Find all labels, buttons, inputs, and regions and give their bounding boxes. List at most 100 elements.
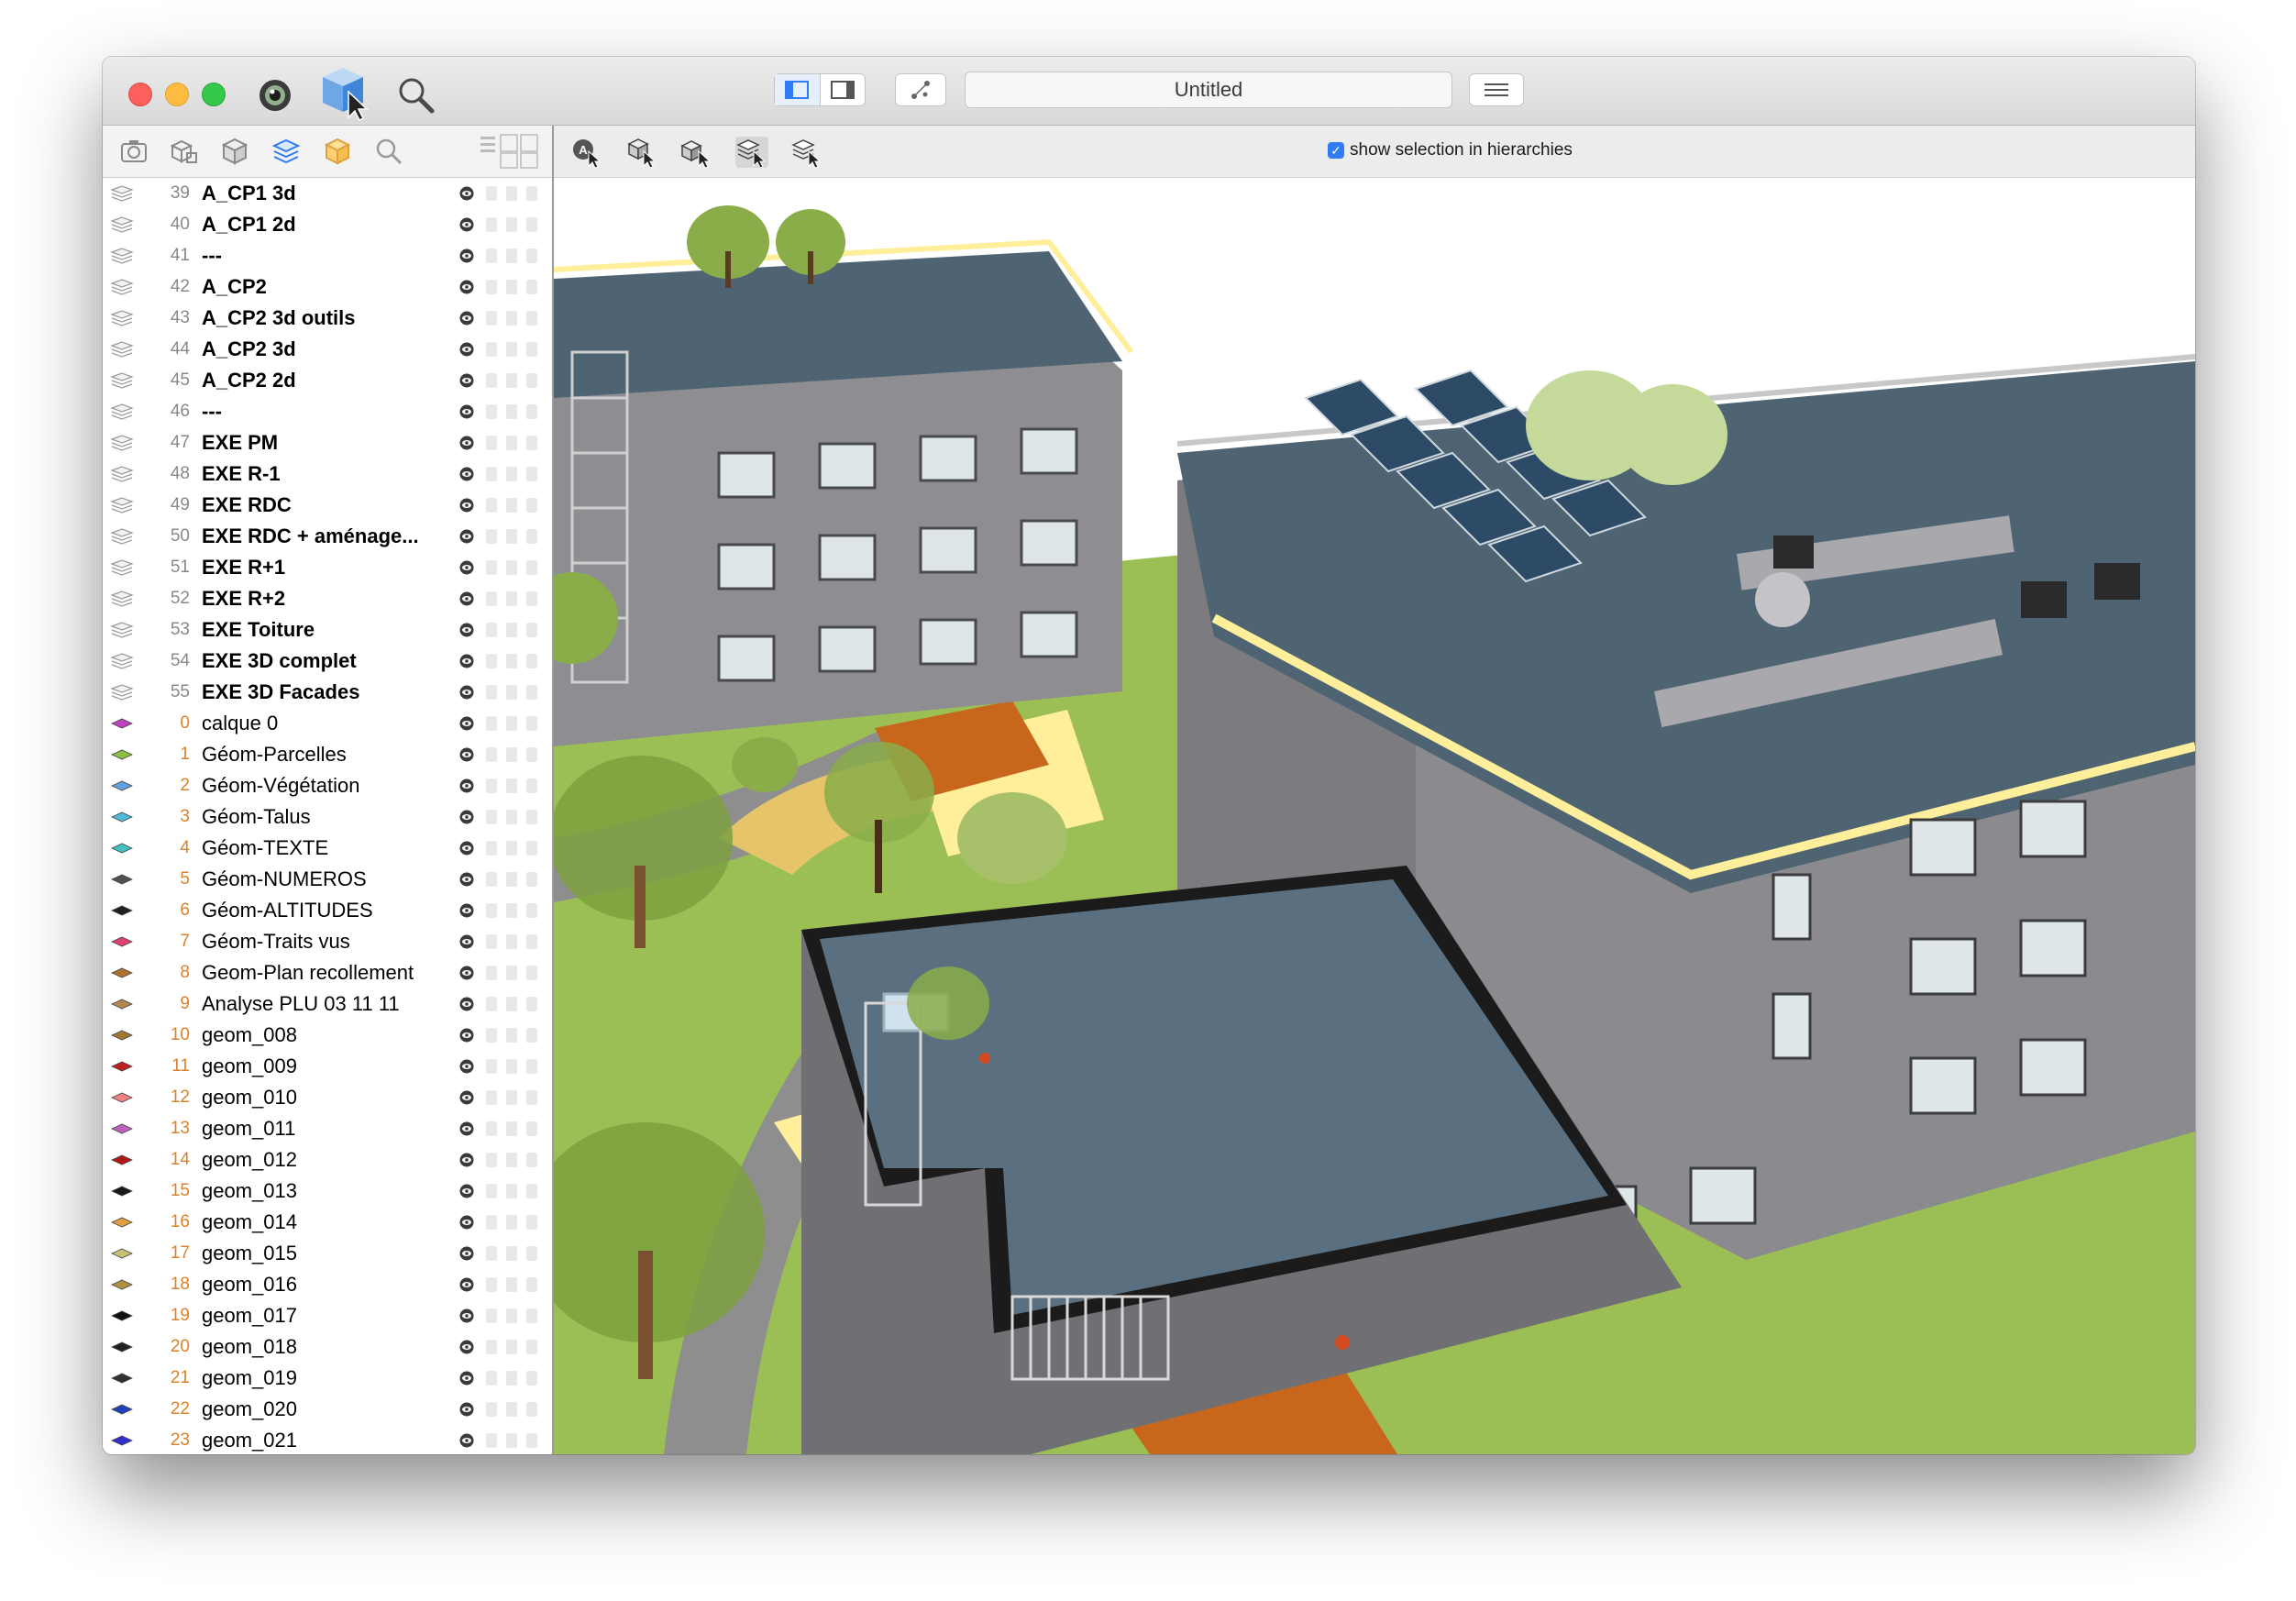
layer-row[interactable]: 19 geom_017: [103, 1300, 552, 1331]
layer-lock-icon[interactable]: [526, 186, 537, 201]
layer-lock-icon[interactable]: [486, 872, 497, 887]
layer-row[interactable]: 51 EXE R+1: [103, 552, 552, 583]
layer-lock-icon[interactable]: [526, 778, 537, 793]
layer-lock-icon[interactable]: [526, 685, 537, 700]
visibility-icon[interactable]: [458, 311, 475, 326]
layer-lock-icon[interactable]: [486, 1433, 497, 1448]
layer-row[interactable]: 52 EXE R+2: [103, 583, 552, 614]
layer-lock-icon[interactable]: [526, 1340, 537, 1354]
layer-row[interactable]: 13 geom_011: [103, 1113, 552, 1144]
layer-row[interactable]: 1 Géom-Parcelles: [103, 739, 552, 770]
layer-lock-icon[interactable]: [526, 1153, 537, 1167]
layer-lock-icon[interactable]: [526, 1090, 537, 1105]
visibility-icon[interactable]: [458, 280, 475, 294]
visibility-icon[interactable]: [458, 997, 475, 1011]
layer-row[interactable]: 45 A_CP2 2d: [103, 365, 552, 396]
layer-lock-icon[interactable]: [506, 342, 517, 357]
layer-lock-icon[interactable]: [506, 810, 517, 824]
select-material-icon[interactable]: [790, 137, 823, 169]
layer-row[interactable]: 7 Géom-Traits vus: [103, 926, 552, 957]
layer-lock-icon[interactable]: [526, 1059, 537, 1074]
visibility-icon[interactable]: [458, 1308, 475, 1323]
layer-lock-icon[interactable]: [526, 436, 537, 450]
select-layer-icon[interactable]: [735, 137, 768, 169]
visibility-icon[interactable]: [458, 1433, 475, 1448]
layers-icon[interactable]: [271, 137, 301, 166]
layer-lock-icon[interactable]: [486, 1028, 497, 1043]
layer-lock-icon[interactable]: [486, 373, 497, 388]
layer-lock-icon[interactable]: [486, 498, 497, 513]
layer-row[interactable]: 8 Geom-Plan recollement: [103, 957, 552, 988]
layer-lock-icon[interactable]: [506, 311, 517, 326]
layer-row[interactable]: 46 ---: [103, 396, 552, 427]
layer-lock-icon[interactable]: [506, 841, 517, 856]
layer-lock-icon[interactable]: [506, 591, 517, 606]
layer-lock-icon[interactable]: [526, 467, 537, 481]
layer-row[interactable]: 47 EXE PM: [103, 427, 552, 458]
layer-lock-icon[interactable]: [526, 810, 537, 824]
layer-lock-icon[interactable]: [486, 342, 497, 357]
layer-lock-icon[interactable]: [526, 311, 537, 326]
select-cube-icon[interactable]: [315, 64, 376, 121]
layer-lock-icon[interactable]: [506, 248, 517, 263]
layer-row[interactable]: 55 EXE 3D Facades: [103, 677, 552, 708]
layer-lock-icon[interactable]: [506, 217, 517, 232]
layer-lock-icon[interactable]: [506, 1308, 517, 1323]
visibility-icon[interactable]: [458, 404, 475, 419]
visibility-icon[interactable]: [458, 685, 475, 700]
visibility-icon[interactable]: [458, 498, 475, 513]
layer-lock-icon[interactable]: [486, 1059, 497, 1074]
layer-lock-icon[interactable]: [526, 591, 537, 606]
layer-lock-icon[interactable]: [526, 498, 537, 513]
layer-row[interactable]: 40 A_CP1 2d: [103, 209, 552, 240]
visibility-icon[interactable]: [458, 560, 475, 575]
layer-lock-icon[interactable]: [526, 280, 537, 294]
layer-row[interactable]: 11 geom_009: [103, 1051, 552, 1082]
visibility-icon[interactable]: [458, 1371, 475, 1386]
layer-lock-icon[interactable]: [486, 1153, 497, 1167]
layer-lock-icon[interactable]: [486, 591, 497, 606]
layer-lock-icon[interactable]: [486, 186, 497, 201]
layer-lock-icon[interactable]: [526, 342, 537, 357]
visibility-icon[interactable]: [458, 654, 475, 668]
layer-lock-icon[interactable]: [526, 1184, 537, 1198]
visibility-icon[interactable]: [458, 778, 475, 793]
visibility-icon[interactable]: [458, 1277, 475, 1292]
layer-lock-icon[interactable]: [506, 966, 517, 980]
layer-lock-icon[interactable]: [506, 1121, 517, 1136]
layer-lock-icon[interactable]: [526, 1028, 537, 1043]
layer-lock-icon[interactable]: [486, 1277, 497, 1292]
layer-lock-icon[interactable]: [506, 654, 517, 668]
visibility-icon[interactable]: [458, 1028, 475, 1043]
layer-lock-icon[interactable]: [486, 1246, 497, 1261]
layer-lock-icon[interactable]: [486, 778, 497, 793]
visibility-icon[interactable]: [458, 591, 475, 606]
layer-row[interactable]: 16 geom_014: [103, 1207, 552, 1238]
layer-lock-icon[interactable]: [506, 903, 517, 918]
layer-lock-icon[interactable]: [486, 1402, 497, 1417]
layer-lock-icon[interactable]: [526, 1246, 537, 1261]
grid-view-icon[interactable]: [479, 133, 543, 170]
layer-lock-icon[interactable]: [526, 872, 537, 887]
layer-lock-icon[interactable]: [526, 654, 537, 668]
layer-row[interactable]: 39 A_CP1 3d: [103, 178, 552, 209]
layer-lock-icon[interactable]: [486, 841, 497, 856]
sidebar-right-icon[interactable]: [821, 74, 866, 105]
layer-lock-icon[interactable]: [506, 373, 517, 388]
layer-lock-icon[interactable]: [506, 498, 517, 513]
layer-lock-icon[interactable]: [526, 997, 537, 1011]
layer-row[interactable]: 2 Géom-Végétation: [103, 770, 552, 801]
layer-lock-icon[interactable]: [526, 1308, 537, 1323]
layer-lock-icon[interactable]: [486, 404, 497, 419]
visibility-icon[interactable]: [458, 1090, 475, 1105]
3d-viewport[interactable]: [554, 178, 2195, 1454]
layer-lock-icon[interactable]: [506, 872, 517, 887]
render-eye-icon[interactable]: [255, 75, 295, 116]
layer-lock-icon[interactable]: [506, 467, 517, 481]
layer-lock-icon[interactable]: [526, 248, 537, 263]
layer-row[interactable]: 42 A_CP2: [103, 271, 552, 303]
layer-lock-icon[interactable]: [486, 467, 497, 481]
layer-lock-icon[interactable]: [506, 1153, 517, 1167]
cube-icon[interactable]: [220, 137, 249, 166]
layer-lock-icon[interactable]: [506, 436, 517, 450]
